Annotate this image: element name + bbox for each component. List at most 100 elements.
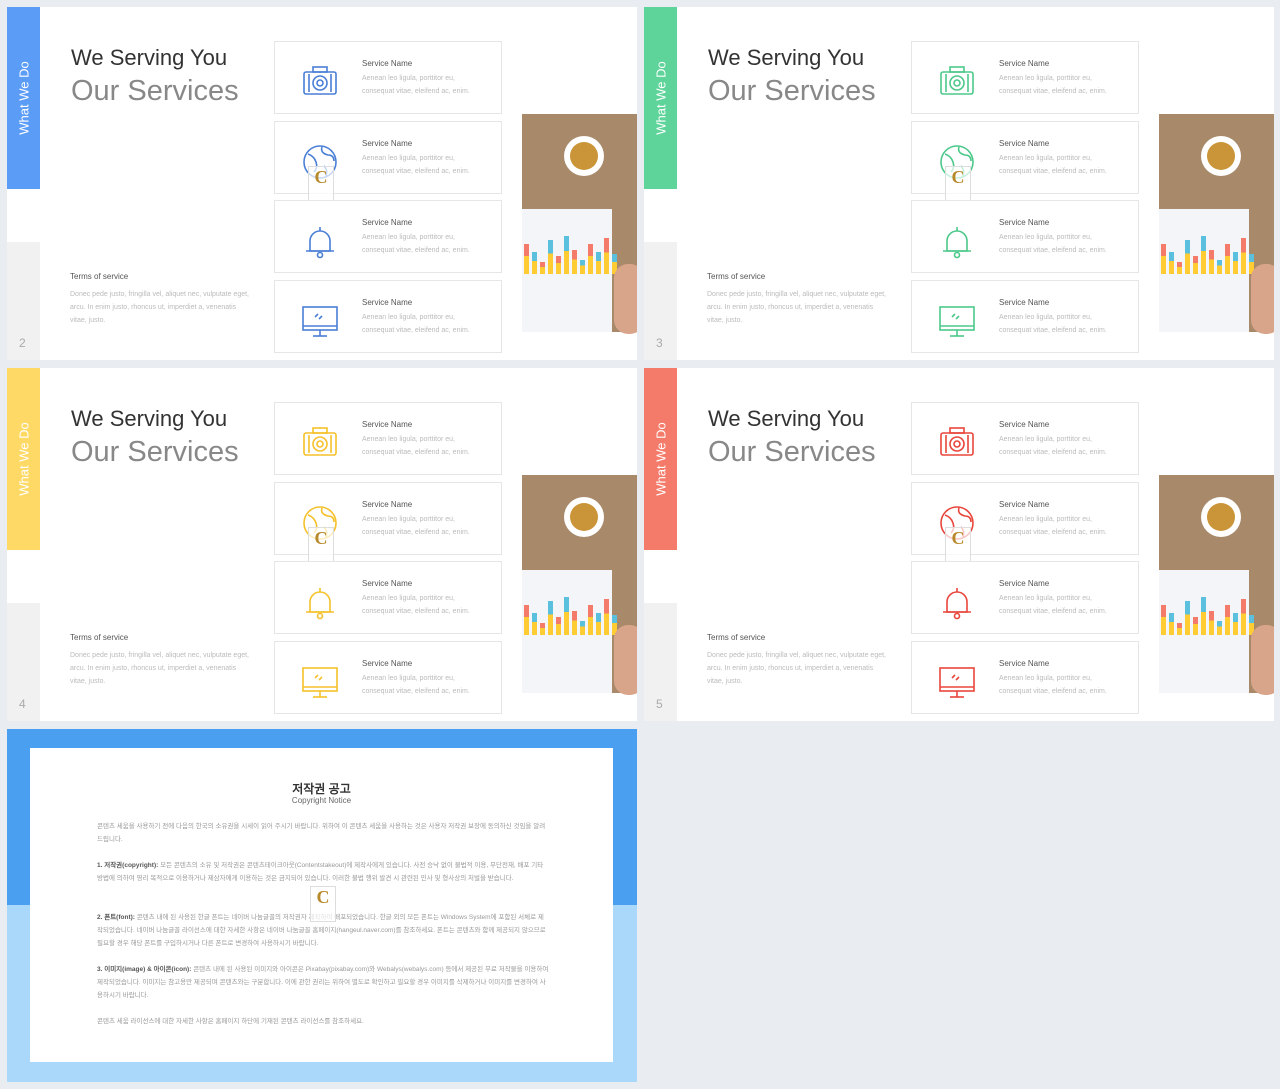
- service-name: Service Name: [362, 659, 413, 668]
- service-desc: Aenean leo ligula, porttitor eu, consequ…: [362, 314, 470, 334]
- notice-outro: 콘텐츠 세움 라이선스에 대한 자세한 사항은 홈페이지 하단에 기재된 콘텐츠…: [97, 1018, 364, 1025]
- service-desc: Aenean leo ligula, porttitor eu, consequ…: [999, 436, 1107, 456]
- camera-icon: [940, 66, 974, 95]
- side-tab: What We Do: [7, 7, 40, 189]
- service-name: Service Name: [999, 500, 1050, 509]
- slide-title: We Serving You: [71, 406, 228, 431]
- terms-desc: Donec pede justo, fringilla vel, aliquet…: [70, 652, 250, 685]
- service-desc: Aenean leo ligula, porttitor eu, consequ…: [999, 516, 1107, 536]
- side-tab: What We Do: [7, 368, 40, 550]
- service-card[interactable]: Service Name Aenean leo ligula, porttito…: [911, 121, 1139, 202]
- service-desc: Aenean leo ligula, porttitor eu, consequ…: [362, 75, 470, 95]
- side-tab: What We Do: [644, 368, 677, 550]
- service-name: Service Name: [999, 218, 1050, 227]
- bell-icon: [306, 588, 334, 620]
- service-desc: Aenean leo ligula, porttitor eu, consequ…: [362, 516, 470, 536]
- slide-subtitle: Our Services: [708, 75, 876, 107]
- watermark-logo: C: [308, 166, 334, 202]
- service-card[interactable]: Service Name Aenean leo ligula, porttito…: [911, 402, 1139, 475]
- monitor-icon: [939, 306, 975, 337]
- service-card[interactable]: Service Name Aenean leo ligula, porttito…: [274, 482, 502, 563]
- camera-icon: [940, 427, 974, 456]
- watermark-logo: C: [945, 527, 971, 563]
- service-name: Service Name: [362, 139, 413, 148]
- page-number: 3: [656, 336, 663, 350]
- service-card[interactable]: Service Name Aenean leo ligula, porttito…: [911, 641, 1139, 714]
- service-name: Service Name: [362, 59, 413, 68]
- service-name: Service Name: [999, 579, 1050, 588]
- slide-thumbnail[interactable]: What We Do 4 We Serving You Our Services…: [7, 368, 637, 721]
- notice-copyright: 1. 저작권(copyright): 모든 콘텐츠의 소유 및 저작권은 콘텐츠…: [97, 862, 544, 882]
- camera-icon: [303, 427, 337, 456]
- service-name: Service Name: [999, 139, 1050, 148]
- service-desc: Aenean leo ligula, porttitor eu, consequ…: [362, 436, 470, 456]
- watermark-logo: C: [308, 527, 334, 563]
- service-card[interactable]: Service Name Aenean leo ligula, porttito…: [274, 41, 502, 114]
- service-card[interactable]: Service Name Aenean leo ligula, porttito…: [911, 200, 1139, 273]
- slide-thumbnail[interactable]: What We Do 3 We Serving You Our Services…: [644, 7, 1274, 360]
- notice-intro: 콘텐츠 세움을 사용하기 전에 다음의 한국의 소유권을 시세이 읽어 주시기 …: [97, 823, 546, 843]
- camera-icon: [303, 66, 337, 95]
- service-desc: Aenean leo ligula, porttitor eu, consequ…: [999, 75, 1107, 95]
- terms-desc: Donec pede justo, fringilla vel, aliquet…: [70, 291, 250, 324]
- service-card[interactable]: Service Name Aenean leo ligula, porttito…: [274, 280, 502, 353]
- service-name: Service Name: [362, 218, 413, 227]
- desk-photo: [522, 114, 637, 334]
- desk-photo: [522, 475, 637, 695]
- slide-subtitle: Our Services: [71, 436, 239, 468]
- desk-photo: [1159, 475, 1274, 695]
- page-number: 4: [19, 697, 26, 711]
- service-name: Service Name: [362, 420, 413, 429]
- bell-icon: [943, 588, 971, 620]
- service-desc: Aenean leo ligula, porttitor eu, consequ…: [362, 595, 470, 615]
- monitor-icon: [302, 667, 338, 698]
- page-number: 5: [656, 697, 663, 711]
- terms-desc: Donec pede justo, fringilla vel, aliquet…: [707, 291, 887, 324]
- desk-photo: [1159, 114, 1274, 334]
- notice-panel: 저작권 공고 Copyright Notice 콘텐츠 세움을 사용하기 전에 …: [30, 748, 613, 1062]
- slide-subtitle: Our Services: [71, 75, 239, 107]
- bell-icon: [306, 227, 334, 259]
- service-name: Service Name: [999, 59, 1050, 68]
- terms-title: Terms of service: [707, 272, 766, 281]
- service-card[interactable]: Service Name Aenean leo ligula, porttito…: [274, 121, 502, 202]
- side-tab: What We Do: [644, 7, 677, 189]
- service-desc: Aenean leo ligula, porttitor eu, consequ…: [362, 234, 470, 254]
- service-name: Service Name: [362, 579, 413, 588]
- service-name: Service Name: [999, 659, 1050, 668]
- terms-title: Terms of service: [707, 633, 766, 642]
- monitor-icon: [939, 667, 975, 698]
- service-desc: Aenean leo ligula, porttitor eu, consequ…: [362, 675, 470, 695]
- service-name: Service Name: [362, 298, 413, 307]
- monitor-icon: [302, 306, 338, 337]
- service-card[interactable]: Service Name Aenean leo ligula, porttito…: [911, 41, 1139, 114]
- service-card[interactable]: Service Name Aenean leo ligula, porttito…: [274, 641, 502, 714]
- service-desc: Aenean leo ligula, porttitor eu, consequ…: [999, 675, 1107, 695]
- service-name: Service Name: [362, 500, 413, 509]
- service-card[interactable]: Service Name Aenean leo ligula, porttito…: [274, 402, 502, 475]
- slide-title: We Serving You: [71, 45, 228, 70]
- service-name: Service Name: [999, 298, 1050, 307]
- terms-title: Terms of service: [70, 633, 129, 642]
- service-card[interactable]: Service Name Aenean leo ligula, porttito…: [911, 561, 1139, 634]
- service-card[interactable]: Service Name Aenean leo ligula, porttito…: [274, 200, 502, 273]
- watermark-logo: C: [310, 886, 336, 922]
- service-card[interactable]: Service Name Aenean leo ligula, porttito…: [911, 280, 1139, 353]
- terms-desc: Donec pede justo, fringilla vel, aliquet…: [707, 652, 887, 685]
- slide-thumbnail[interactable]: What We Do 2 We Serving You Our Services…: [7, 7, 637, 360]
- terms-title: Terms of service: [70, 272, 129, 281]
- service-desc: Aenean leo ligula, porttitor eu, consequ…: [999, 155, 1107, 175]
- slide-copyright-notice[interactable]: 저작권 공고 Copyright Notice 콘텐츠 세움을 사용하기 전에 …: [7, 729, 637, 1082]
- notice-image: 3. 이미지(image) & 아이콘(icon): 콘텐츠 내에 된 사용된 …: [97, 966, 549, 999]
- watermark-logo: C: [945, 166, 971, 202]
- slide-title: We Serving You: [708, 406, 865, 431]
- bell-icon: [943, 227, 971, 259]
- service-card[interactable]: Service Name Aenean leo ligula, porttito…: [274, 561, 502, 634]
- service-card[interactable]: Service Name Aenean leo ligula, porttito…: [911, 482, 1139, 563]
- slide-subtitle: Our Services: [708, 436, 876, 468]
- notice-title: 저작권 공고: [292, 782, 351, 796]
- service-desc: Aenean leo ligula, porttitor eu, consequ…: [999, 314, 1107, 334]
- notice-subtitle: Copyright Notice: [291, 796, 352, 805]
- page-number: 2: [19, 336, 26, 350]
- slide-thumbnail[interactable]: What We Do 5 We Serving You Our Services…: [644, 368, 1274, 721]
